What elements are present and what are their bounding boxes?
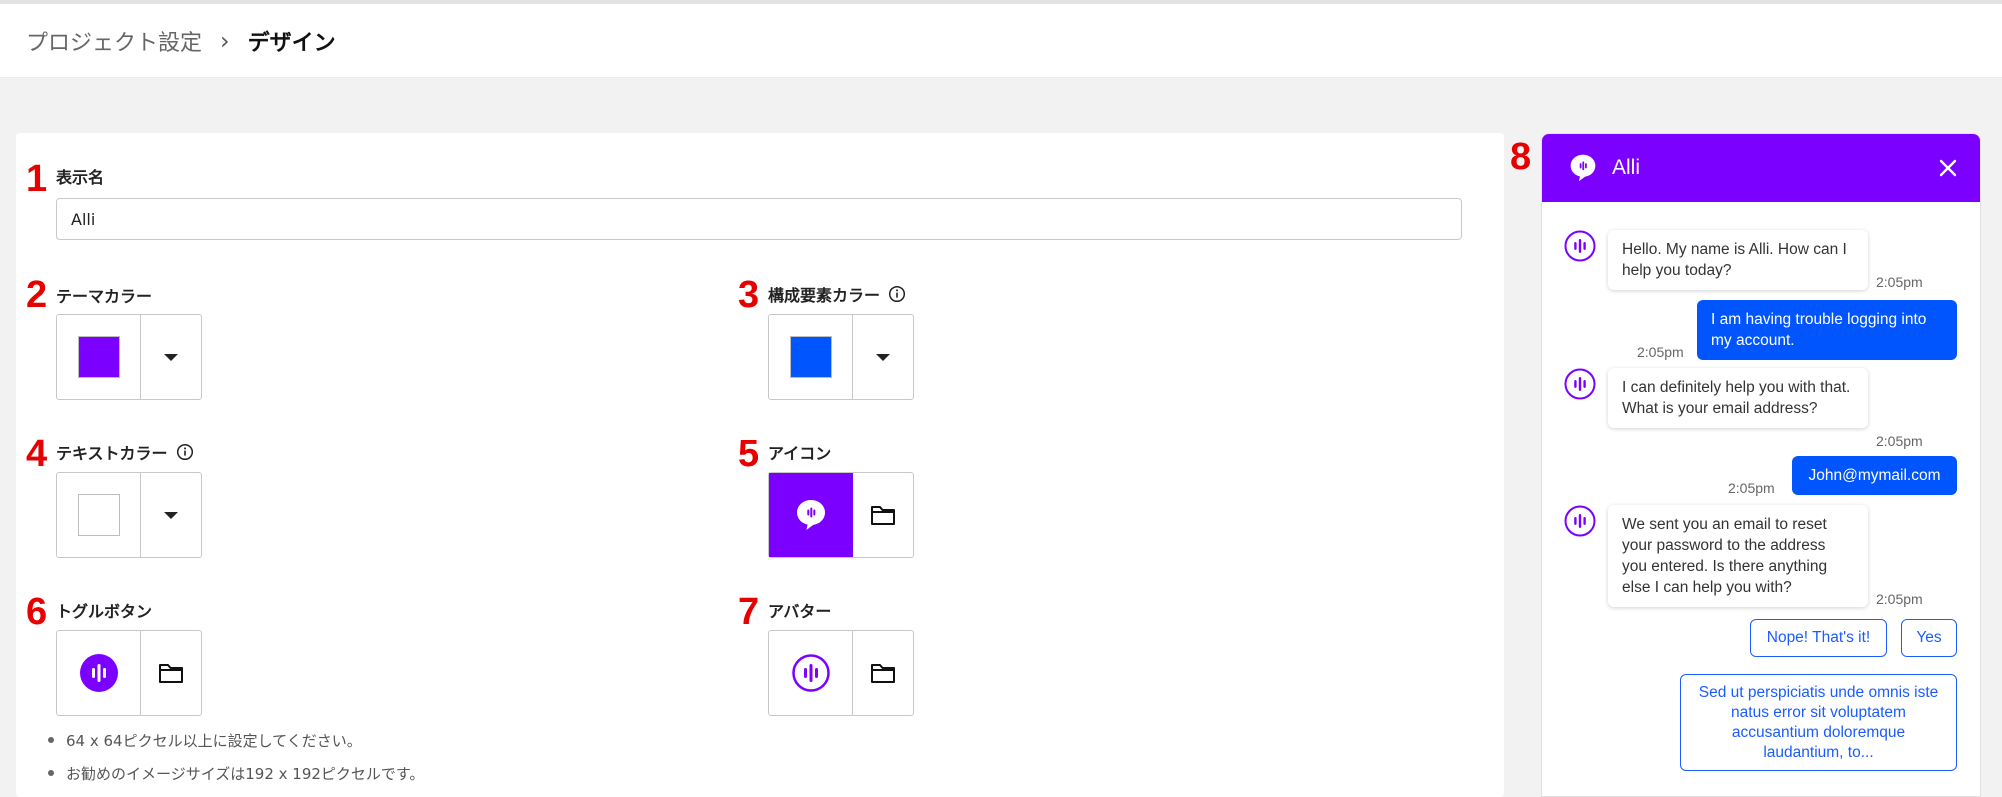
annotation-number-1: 1 [26,158,48,200]
page-header: プロジェクト設定 › デザイン [0,4,2002,78]
quick-reply-button[interactable]: Nope! That's it! [1750,619,1887,657]
bot-message: I can definitely help you with that. Wha… [1608,368,1868,428]
message-time: 2:05pm [1876,274,1923,290]
display-name-input[interactable] [56,198,1462,240]
image-size-notes: 64 x 64ピクセル以上に設定してください。 お勧めのイメージサイズは192 … [46,730,424,796]
component-color-preview[interactable] [769,315,853,399]
info-icon[interactable] [888,285,906,303]
component-color-label-row: 構成要素カラー [768,282,906,306]
text-color-picker [56,472,202,558]
component-color-dropdown-button[interactable] [853,315,913,399]
folder-icon [159,664,183,683]
annotation-number-6: 6 [26,591,48,633]
toggle-button-preview[interactable] [57,631,141,715]
component-color-picker [768,314,914,400]
breadcrumb-separator: › [220,26,230,55]
bot-message: We sent you an email to reset your passw… [1608,505,1868,607]
icon-picker [768,472,914,558]
icon-label: アイコン [768,444,832,463]
bot-avatar-icon [1564,505,1596,537]
message-time: 2:05pm [1876,433,1923,449]
chat-preview-window: Alli Hello. My name is Alli. How can I h… [1541,133,1981,797]
text-color-label-row: テキストカラー [56,440,194,464]
annotation-number-2: 2 [26,274,48,316]
toggle-button-icon [79,654,118,692]
alli-speech-bubble-icon [796,500,825,530]
breadcrumb-current: デザイン [247,30,336,56]
caret-down-icon [164,511,178,519]
avatar-icon [791,654,830,692]
avatar-label: アバター [768,602,832,621]
text-color-swatch [77,494,120,536]
quick-reply-button[interactable]: Sed ut perspiciatis unde omnis iste natu… [1680,674,1957,771]
component-color-label: 構成要素カラー [768,286,881,305]
display-name-label: 表示名 [56,168,105,187]
text-color-preview[interactable] [57,473,141,557]
bot-avatar-icon [1564,368,1596,400]
close-icon[interactable] [1936,156,1960,180]
avatar-picker [768,630,914,716]
message-time: 2:05pm [1637,344,1684,360]
info-icon[interactable] [176,443,194,461]
note-min-size: 64 x 64ピクセル以上に設定してください。 [46,730,424,751]
toggle-button-label: トグルボタン [56,602,153,621]
theme-color-preview[interactable] [57,315,141,399]
user-message: I am having trouble logging into my acco… [1697,300,1957,360]
note-recommended-size: お勧めのイメージサイズは192 x 192ピクセルです。 [46,763,424,784]
message-time: 2:05pm [1728,480,1775,496]
breadcrumb: プロジェクト設定 › デザイン [26,25,336,57]
annotation-number-5: 5 [738,433,760,475]
icon-upload-button[interactable] [853,473,913,557]
folder-icon [871,506,895,525]
avatar-preview[interactable] [769,631,853,715]
caret-down-icon [876,353,890,361]
user-message: John@mymail.com [1792,456,1957,495]
annotation-number-3: 3 [738,274,760,316]
message-time: 2:05pm [1876,591,1923,607]
theme-color-picker [56,314,202,400]
breadcrumb-parent-link[interactable]: プロジェクト設定 [26,25,202,57]
folder-icon [871,664,895,683]
annotation-number-7: 7 [738,591,760,633]
theme-color-dropdown-button[interactable] [141,315,201,399]
chat-preview-title: Alli [1612,156,1641,179]
text-color-label: テキストカラー [56,444,168,463]
toggle-button-picker [56,630,202,716]
avatar-upload-button[interactable] [853,631,913,715]
chat-preview-header: Alli [1542,134,1980,202]
caret-down-icon [164,353,178,361]
text-color-dropdown-button[interactable] [141,473,201,557]
alli-speech-bubble-icon [1570,154,1596,182]
theme-color-label: テーマカラー [56,287,153,306]
toggle-button-upload-button[interactable] [141,631,201,715]
bot-message: Hello. My name is Alli. How can I help y… [1608,230,1868,290]
theme-color-swatch [77,336,120,378]
component-color-swatch [789,336,832,378]
quick-reply-button[interactable]: Yes [1901,619,1957,657]
bot-avatar-icon [1564,230,1596,262]
icon-preview[interactable] [769,473,853,557]
annotation-number-4: 4 [26,433,48,475]
annotation-number-8: 8 [1510,136,1532,178]
